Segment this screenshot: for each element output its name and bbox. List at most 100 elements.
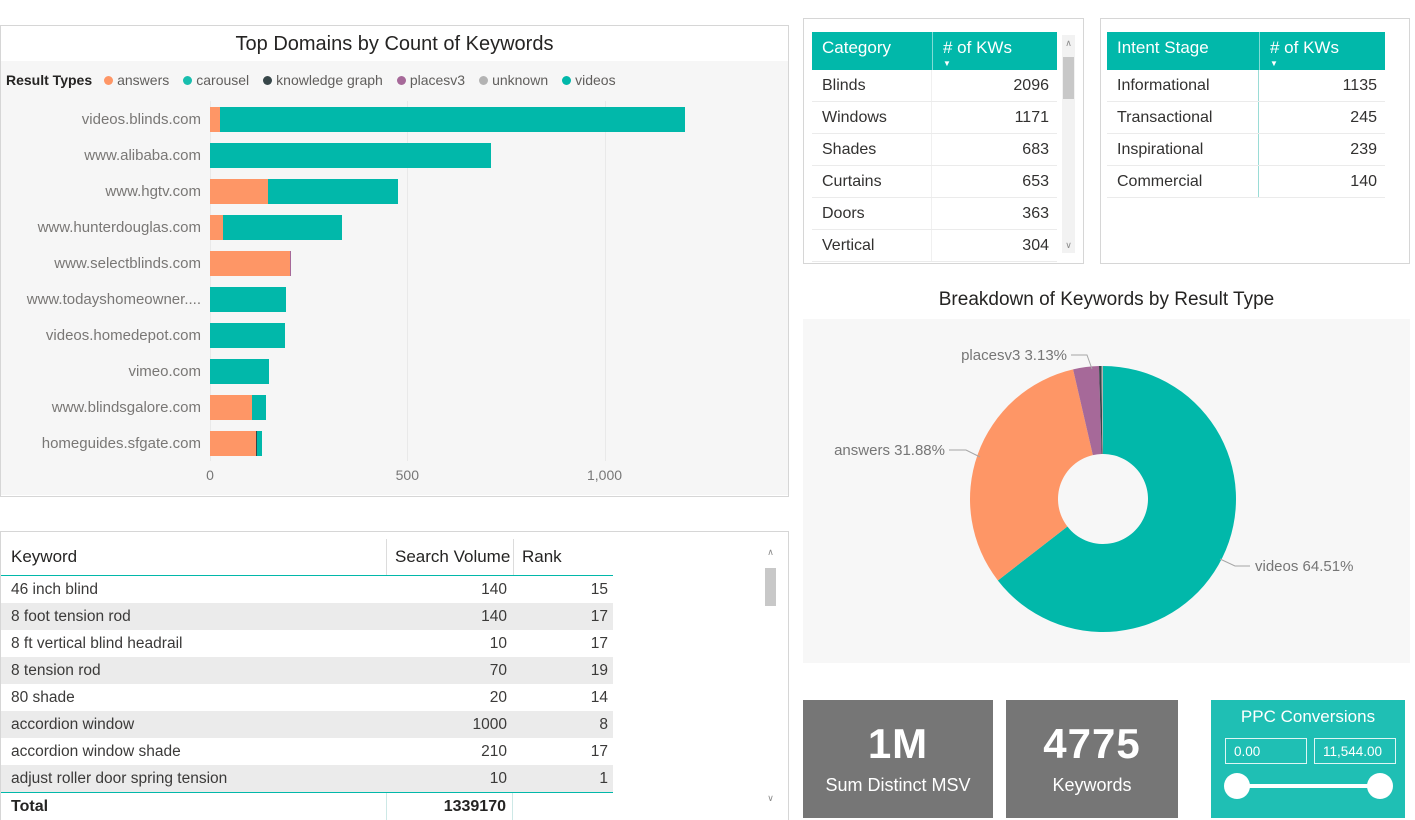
table-row[interactable]: 46 inch blind14015	[1, 576, 613, 603]
legend-item-carousel[interactable]: carousel	[183, 72, 249, 88]
scrollbar-thumb[interactable]	[765, 568, 776, 606]
donut-chart-title: Breakdown of Keywords by Result Type	[803, 285, 1410, 319]
bar-segment-videos[interactable]	[210, 323, 285, 348]
bar-segment-answers[interactable]	[210, 215, 223, 240]
kpi-label: Sum Distinct MSV	[825, 775, 970, 796]
bar-segment-answers[interactable]	[210, 395, 252, 420]
range-slider-track[interactable]	[1237, 784, 1380, 788]
sort-descending-icon[interactable]: ▼	[1270, 60, 1385, 68]
table-row[interactable]: accordion window shade21017	[1, 738, 613, 765]
kpi-value: 1M	[868, 723, 928, 765]
value-cell: 140	[1259, 173, 1385, 191]
total-search-volume: 1339170	[386, 793, 513, 820]
table-row[interactable]: 8 foot tension rod14017	[1, 603, 613, 630]
ppc-min-input[interactable]: 0.00	[1225, 738, 1307, 764]
bar-segment-videos[interactable]	[210, 143, 491, 168]
sort-descending-icon[interactable]: ▼	[943, 60, 1057, 68]
table-row[interactable]: Transactional245	[1107, 102, 1385, 134]
legend-item-unknown[interactable]: unknown	[479, 72, 548, 88]
category-table-panel: Category # of KWs ▼ Blinds2096Windows117…	[803, 18, 1084, 264]
bar-track	[210, 395, 788, 420]
table-row[interactable]: accordion window10008	[1, 711, 613, 738]
table-row[interactable]: Windows1171	[812, 102, 1057, 134]
legend-item-videos[interactable]: videos	[562, 72, 615, 88]
table-row[interactable]: Inspirational239	[1107, 134, 1385, 166]
legend-item-placesv3[interactable]: placesv3	[397, 72, 465, 88]
keyword-cell: accordion window	[1, 711, 386, 738]
scroll-up-icon[interactable]: ∧	[1062, 37, 1075, 49]
legend-item-knowledge-graph[interactable]: knowledge graph	[263, 72, 383, 88]
column-header-search-volume[interactable]: Search Volume	[386, 539, 513, 575]
bar-segment-videos[interactable]	[257, 431, 263, 456]
bar-category-label: www.selectblinds.com	[1, 255, 210, 272]
donut-chart-panel: Breakdown of Keywords by Result Type pla…	[803, 285, 1410, 680]
keyword-table: Keyword Search Volume Rank 46 inch blind…	[1, 539, 613, 820]
bar-segment-videos[interactable]	[210, 287, 286, 312]
column-header-rank[interactable]: Rank	[513, 539, 613, 575]
category-table: Category # of KWs ▼ Blinds2096Windows117…	[812, 32, 1057, 262]
ppc-max-input[interactable]: 11,544.00	[1314, 738, 1396, 764]
legend-item-answers[interactable]: answers	[104, 72, 169, 88]
bar-segment-placesv3[interactable]	[290, 251, 291, 276]
bar-segment-videos[interactable]	[252, 395, 266, 420]
bar-segment-videos[interactable]	[220, 107, 686, 132]
scroll-down-icon[interactable]: ∨	[764, 792, 777, 804]
bar-segment-answers[interactable]	[210, 107, 220, 132]
legend-item-label: unknown	[492, 72, 548, 88]
bar-segment-answers[interactable]	[210, 431, 256, 456]
scrollbar-thumb[interactable]	[1063, 57, 1074, 99]
value-cell: 683	[932, 141, 1057, 159]
table-row[interactable]: 80 shade2014	[1, 684, 613, 711]
column-header-kws[interactable]: # of KWs ▼	[1259, 32, 1385, 70]
column-header-keyword[interactable]: Keyword	[1, 547, 386, 567]
table-row[interactable]: Commercial140	[1107, 166, 1385, 198]
keyword-table-header: Keyword Search Volume Rank	[1, 539, 613, 576]
keyword-cell: 8 tension rod	[1, 657, 386, 684]
range-slider-handle-min[interactable]	[1224, 773, 1250, 799]
scroll-up-icon[interactable]: ∧	[764, 546, 777, 558]
ppc-conversions-slicer: PPC Conversions 0.00 11,544.00	[1211, 700, 1405, 818]
keyword-table-scrollbar[interactable]: ∧ ∨	[764, 544, 777, 806]
rank-cell: 15	[513, 576, 613, 603]
table-row[interactable]: 8 tension rod7019	[1, 657, 613, 684]
legend-title: Result Types	[6, 72, 92, 88]
label-cell: Doors	[812, 198, 932, 229]
label-cell: Vertical	[812, 230, 932, 261]
search-volume-cell: 1000	[386, 711, 513, 738]
column-header-intent-stage[interactable]: Intent Stage	[1107, 32, 1259, 70]
range-slider-handle-max[interactable]	[1367, 773, 1393, 799]
table-row[interactable]: adjust roller door spring tension101	[1, 765, 613, 792]
bar-segment-videos[interactable]	[210, 359, 269, 384]
legend-dot-icon	[397, 76, 406, 85]
value-cell: 653	[932, 173, 1057, 191]
table-row[interactable]: Vertical304	[812, 230, 1057, 262]
table-row[interactable]: Doors363	[812, 198, 1057, 230]
table-row[interactable]: 8 ft vertical blind headrail1017	[1, 630, 613, 657]
scroll-down-icon[interactable]: ∨	[1062, 239, 1075, 251]
bar-chart-panel: Top Domains by Count of Keywords Result …	[0, 25, 789, 497]
table-row[interactable]: Shades683	[812, 134, 1057, 166]
column-header-category[interactable]: Category	[812, 32, 932, 70]
column-header-kws[interactable]: # of KWs ▼	[932, 32, 1057, 70]
intent-table-rows: Informational1135Transactional245Inspira…	[1107, 70, 1385, 198]
legend-item-label: knowledge graph	[276, 72, 383, 88]
keyword-cell: 8 ft vertical blind headrail	[1, 630, 386, 657]
bar-category-label: www.alibaba.com	[1, 147, 210, 164]
bar-segment-answers[interactable]	[210, 251, 290, 276]
bar-segment-videos[interactable]	[223, 215, 342, 240]
table-row[interactable]: Blinds2096	[812, 70, 1057, 102]
bar-category-label: homeguides.sfgate.com	[1, 435, 210, 452]
bar-segment-answers[interactable]	[210, 179, 268, 204]
callout-label-videos: videos 64.51%	[1255, 558, 1353, 575]
rank-cell: 19	[513, 657, 613, 684]
table-row[interactable]: Informational1135	[1107, 70, 1385, 102]
total-label: Total	[1, 793, 386, 820]
label-cell: Curtains	[812, 166, 932, 197]
table-row[interactable]: Curtains653	[812, 166, 1057, 198]
legend-dot-icon	[183, 76, 192, 85]
category-table-scrollbar[interactable]: ∧ ∨	[1062, 35, 1075, 253]
value-cell: 2096	[932, 77, 1057, 95]
column-header-kws-label: # of KWs	[1270, 38, 1339, 57]
x-axis-tick-label: 500	[396, 467, 419, 483]
bar-segment-videos[interactable]	[268, 179, 398, 204]
